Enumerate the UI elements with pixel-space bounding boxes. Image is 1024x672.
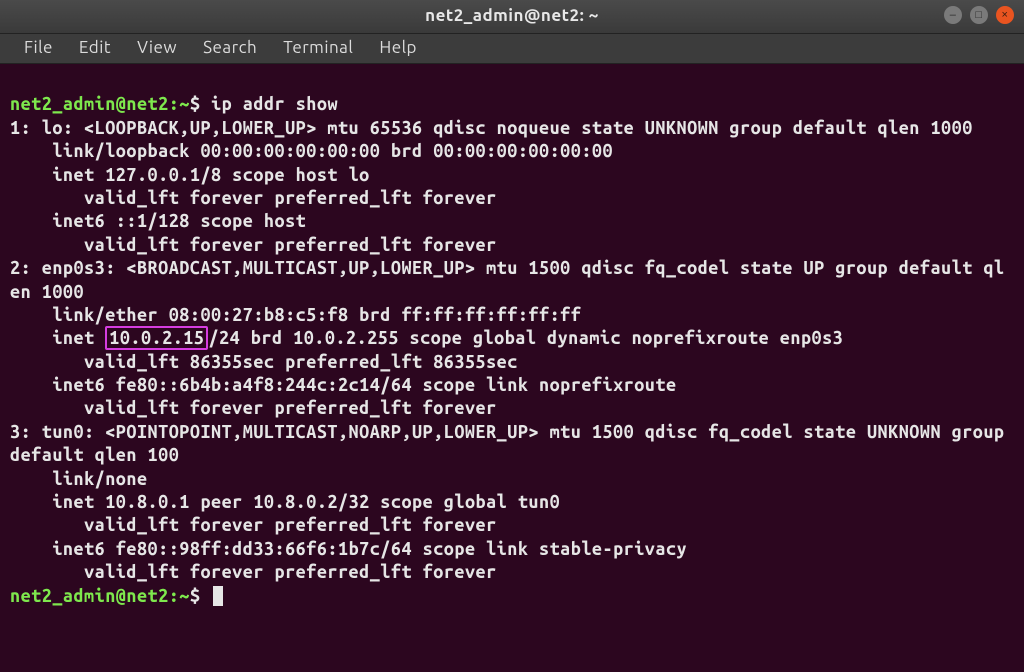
prompt-path: :~ [169,586,190,606]
highlighted-ip: 10.0.2.15 [105,326,208,350]
output-line: inet6 fe80::6b4b:a4f8:244c:2c14/64 scope… [10,375,677,395]
prompt-sigil: $ [190,586,201,606]
output-line: 1: lo: <LOOPBACK,UP,LOWER_UP> mtu 65536 … [10,118,973,138]
output-line-prefix: inet [10,328,105,348]
output-line: valid_lft forever preferred_lft forever [10,188,497,208]
output-line: valid_lft forever preferred_lft forever [10,515,497,535]
titlebar: net2_admin@net2: ~ – □ × [0,0,1024,34]
menu-help[interactable]: Help [369,35,427,61]
minimize-button[interactable]: – [944,6,962,24]
maximize-button[interactable]: □ [970,6,988,24]
output-line: inet 127.0.0.1/8 scope host lo [10,165,370,185]
prompt-path: :~ [169,94,190,114]
terminal-viewport[interactable]: net2_admin@net2:~$ ip addr show 1: lo: <… [0,64,1024,672]
prompt-sigil: $ [190,94,201,114]
output-line: 2: enp0s3: <BROADCAST,MULTICAST,UP,LOWER… [10,258,1005,301]
output-line: 3: tun0: <POINTOPOINT,MULTICAST,NOARP,UP… [10,422,1015,465]
menubar: File Edit View Search Terminal Help [0,34,1024,64]
output-line: link/ether 08:00:27:b8:c5:f8 brd ff:ff:f… [10,305,581,325]
menu-search[interactable]: Search [193,35,267,61]
command-text: ip addr show [211,94,338,114]
output-line: valid_lft 86355sec preferred_lft 86355se… [10,352,518,372]
prompt-userhost: net2_admin@net2 [10,94,169,114]
menu-file[interactable]: File [14,35,63,61]
output-line: valid_lft forever preferred_lft forever [10,235,497,255]
output-line: valid_lft forever preferred_lft forever [10,398,497,418]
window-title: net2_admin@net2: ~ [425,5,599,27]
output-line: inet6 ::1/128 scope host [10,211,306,231]
menu-terminal[interactable]: Terminal [273,35,363,61]
window-controls: – □ × [944,6,1014,24]
close-button[interactable]: × [996,6,1014,24]
menu-edit[interactable]: Edit [69,35,121,61]
output-line: valid_lft forever preferred_lft forever [10,562,497,582]
menu-view[interactable]: View [127,35,187,61]
output-line: link/loopback 00:00:00:00:00:00 brd 00:0… [10,141,613,161]
prompt-userhost: net2_admin@net2 [10,586,169,606]
output-line: inet 10.8.0.1 peer 10.8.0.2/32 scope glo… [10,492,560,512]
output-line: inet6 fe80::98ff:dd33:66f6:1b7c/64 scope… [10,539,687,559]
cursor-block [213,586,223,606]
output-line-suffix: /24 brd 10.0.2.255 scope global dynamic … [208,328,843,348]
output-line: link/none [10,469,148,489]
